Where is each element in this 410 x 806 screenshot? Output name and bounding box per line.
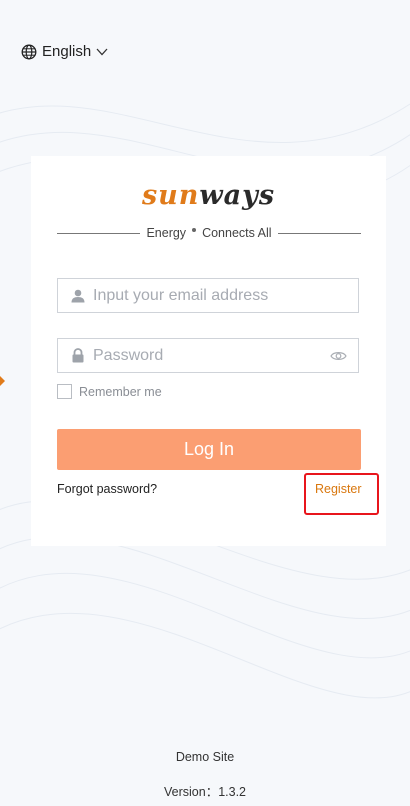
brand-tagline: Energy Connects All: [57, 226, 361, 240]
password-field[interactable]: [57, 338, 359, 373]
remember-me[interactable]: Remember me: [57, 384, 162, 399]
eye-icon[interactable]: [330, 350, 347, 362]
brand-logo-part1: sun: [141, 180, 200, 211]
footer-version: Version：1.3.2: [164, 785, 246, 799]
tagline-divider-left: [57, 232, 141, 234]
footer-site-label: Demo Site: [175, 750, 235, 764]
language-label: English: [42, 43, 92, 60]
tagline-word1: Energy: [146, 226, 187, 240]
email-field[interactable]: [57, 278, 359, 313]
lock-icon: [71, 348, 85, 363]
login-button[interactable]: Log In: [57, 429, 361, 470]
password-input[interactable]: [93, 346, 330, 365]
remember-me-label: Remember me: [79, 384, 162, 399]
email-input[interactable]: [93, 286, 358, 305]
tagline-dot: [192, 228, 197, 232]
language-selector[interactable]: English: [21, 43, 108, 60]
side-marker: [0, 376, 5, 386]
user-icon: [71, 289, 85, 303]
forgot-password-link[interactable]: Forgot password?: [57, 482, 157, 496]
globe-icon: [21, 44, 37, 60]
brand-logo: sunways: [31, 180, 386, 211]
tagline-word2: Connects All: [202, 226, 272, 240]
remember-me-checkbox[interactable]: [57, 384, 72, 399]
chevron-down-icon: [96, 48, 108, 56]
tagline-divider-right: [277, 232, 361, 234]
brand-logo-part2: ways: [199, 180, 276, 211]
register-highlight-box: [304, 473, 379, 515]
